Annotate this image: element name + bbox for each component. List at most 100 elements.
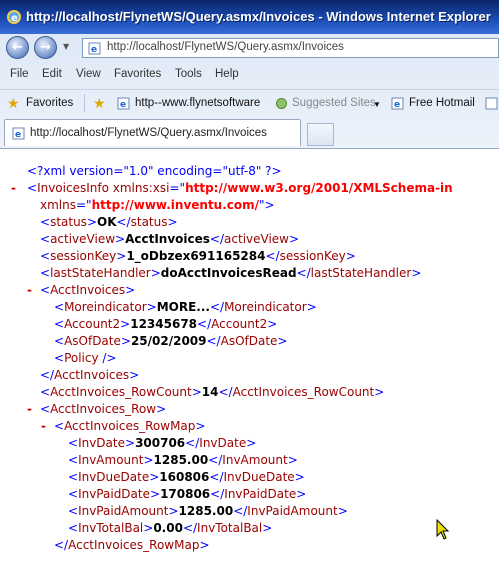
inv-paid-amount-value: 1285.00 (178, 504, 234, 518)
element-tag: sessionKey (279, 249, 346, 263)
collapse-toggle[interactable]: - (27, 401, 32, 418)
address-url: http://localhost/FlynetWS/Query.asmx/Inv… (107, 41, 344, 53)
session-key-value: 1_oDbzex691165284 (126, 249, 266, 263)
element-tag: AcctInvoices_RowCount (50, 385, 192, 399)
window-title: http://localhost/FlynetWS/Query.asmx/Inv… (26, 9, 491, 24)
root-tag: InvoicesInfo (37, 181, 109, 195)
inv-paid-date-value: 170806 (160, 487, 211, 501)
element-tag: InvDueDate (78, 470, 150, 484)
forward-arrow-icon: → (40, 40, 51, 55)
collapse-toggle[interactable]: - (27, 282, 32, 299)
element-tag: InvPaidDate (224, 487, 297, 501)
favorite-link-flynet[interactable]: http--www.flynetsoftware (135, 97, 260, 109)
moreindicator-value: MORE... (156, 300, 210, 314)
favorite-link-hotmail[interactable]: Free Hotmail (409, 97, 475, 109)
page-icon (485, 97, 498, 110)
xml-element-line: <Policy /> (54, 351, 117, 365)
address-bar[interactable]: e http://localhost/FlynetWS/Query.asmx/I… (82, 38, 499, 58)
element-tag: lastStateHandler (310, 266, 412, 280)
element-tag: AcctInvoices_RowMap (64, 419, 196, 433)
history-dropdown-icon[interactable]: ▼ (63, 42, 69, 51)
page-content[interactable]: <?xml version="1.0" encoding="utf-8" ?> … (0, 148, 499, 564)
page-icon: e (391, 97, 404, 110)
xml-element-line: <InvDueDate>160806</InvDueDate> (68, 470, 305, 484)
suggested-sites-dropdown-icon[interactable]: ▼ (373, 100, 381, 109)
element-tag: AcctInvoices (50, 283, 126, 297)
element-tag: Policy (64, 351, 99, 365)
ie-logo-icon: e (7, 10, 21, 24)
svg-text:e: e (91, 45, 97, 55)
xml-element-line: <status>OK</status> (40, 215, 178, 229)
menu-help[interactable]: Help (215, 68, 239, 80)
element-tag: InvPaidAmount (247, 504, 338, 518)
element-tag: status (130, 215, 168, 229)
menu-edit[interactable]: Edit (42, 68, 62, 80)
element-tag: AcctInvoices_RowMap (68, 538, 200, 552)
element-tag: Moreindicator (224, 300, 307, 314)
element-tag: AcctInvoices (54, 368, 130, 382)
xsi-attr-name: xmlns:xsi (112, 181, 170, 195)
xml-root-line: - <InvoicesInfo xmlns:xsi="http://www.w3… (11, 180, 453, 197)
svg-text:e: e (394, 100, 400, 110)
back-button[interactable]: ← (6, 36, 29, 59)
element-tag: InvPaidDate (78, 487, 150, 501)
element-tag: AcctInvoices_RowCount (232, 385, 375, 399)
element-tag: InvDueDate (223, 470, 295, 484)
element-tag: InvAmount (78, 453, 144, 467)
separator (84, 94, 85, 112)
xml-element-line: <lastStateHandler>doAcctInvoicesRead</la… (40, 266, 422, 280)
xml-acctinvoices-close-line: </AcctInvoices> (40, 368, 140, 382)
xmlns-attr-value: http://www.inventu.com/ (91, 198, 260, 212)
add-favorite-icon[interactable]: ★ (93, 95, 106, 112)
element-tag: Account2 (211, 317, 268, 331)
xml-element-line: <InvTotalBal>0.00</InvTotalBal> (68, 521, 273, 535)
menu-tools[interactable]: Tools (175, 68, 202, 80)
collapse-toggle[interactable]: - (11, 180, 16, 197)
account2-value: 12345678 (130, 317, 198, 331)
svg-text:e: e (11, 13, 18, 24)
xml-element-line: <AcctInvoices_RowCount>14</AcctInvoices_… (40, 385, 385, 399)
collapse-toggle[interactable]: - (41, 418, 46, 435)
element-tag: Account2 (64, 317, 121, 331)
xml-element-line: <InvPaidAmount>1285.00</InvPaidAmount> (68, 504, 348, 518)
inv-due-date-value: 160806 (159, 470, 210, 484)
element-tag: InvDate (78, 436, 125, 450)
page-icon: e (117, 97, 130, 110)
menu-view[interactable]: View (76, 68, 101, 80)
favorites-button[interactable]: Favorites (26, 97, 73, 109)
page-icon: e (88, 42, 101, 55)
xml-element-line: <Moreindicator>MORE...</Moreindicator> (54, 300, 317, 314)
navigation-bar: ← → ▼ e http://localhost/FlynetWS/Query.… (0, 34, 499, 60)
element-tag: InvDate (199, 436, 247, 450)
element-tag: InvPaidAmount (78, 504, 169, 518)
element-tag: InvAmount (222, 453, 288, 467)
element-tag: AsOfDate (64, 334, 121, 348)
menu-file[interactable]: File (10, 68, 29, 80)
xml-element-line: <sessionKey>1_oDbzex691165284</sessionKe… (40, 249, 356, 263)
last-state-handler-value: doAcctInvoicesRead (160, 266, 297, 280)
element-tag: AsOfDate (220, 334, 278, 348)
as-of-date-value: 25/02/2009 (130, 334, 207, 348)
svg-text:e: e (15, 130, 21, 140)
xml-element-line: <activeView>AcctInvoices</activeView> (40, 232, 300, 246)
new-tab-button[interactable] (307, 123, 334, 146)
row-count-value: 14 (201, 385, 219, 399)
tab-active[interactable]: e http://localhost/FlynetWS/Query.asmx/I… (4, 119, 301, 146)
forward-button[interactable]: → (34, 36, 57, 59)
window-titlebar: e http://localhost/FlynetWS/Query.asmx/I… (0, 0, 499, 34)
element-tag: InvTotalBal (78, 521, 144, 535)
menu-favorites[interactable]: Favorites (114, 68, 161, 80)
element-tag: status (50, 215, 87, 229)
menu-bar: File Edit View Favorites Tools Help (0, 64, 499, 84)
element-tag: lastStateHandler (50, 266, 151, 280)
favorites-star-icon: ★ (7, 95, 20, 111)
inv-date-value: 300706 (135, 436, 186, 450)
element-tag: activeView (224, 232, 289, 246)
xml-root-line-2: xmlns="http://www.inventu.com/"> (40, 198, 275, 212)
page-icon: e (12, 127, 25, 140)
suggested-sites-icon (276, 98, 287, 109)
xml-row-open-line: - <AcctInvoices_Row> (27, 401, 167, 418)
mouse-cursor-icon (436, 519, 450, 540)
suggested-sites-link[interactable]: Suggested Sites (292, 97, 376, 109)
inv-amount-value: 1285.00 (153, 453, 209, 467)
